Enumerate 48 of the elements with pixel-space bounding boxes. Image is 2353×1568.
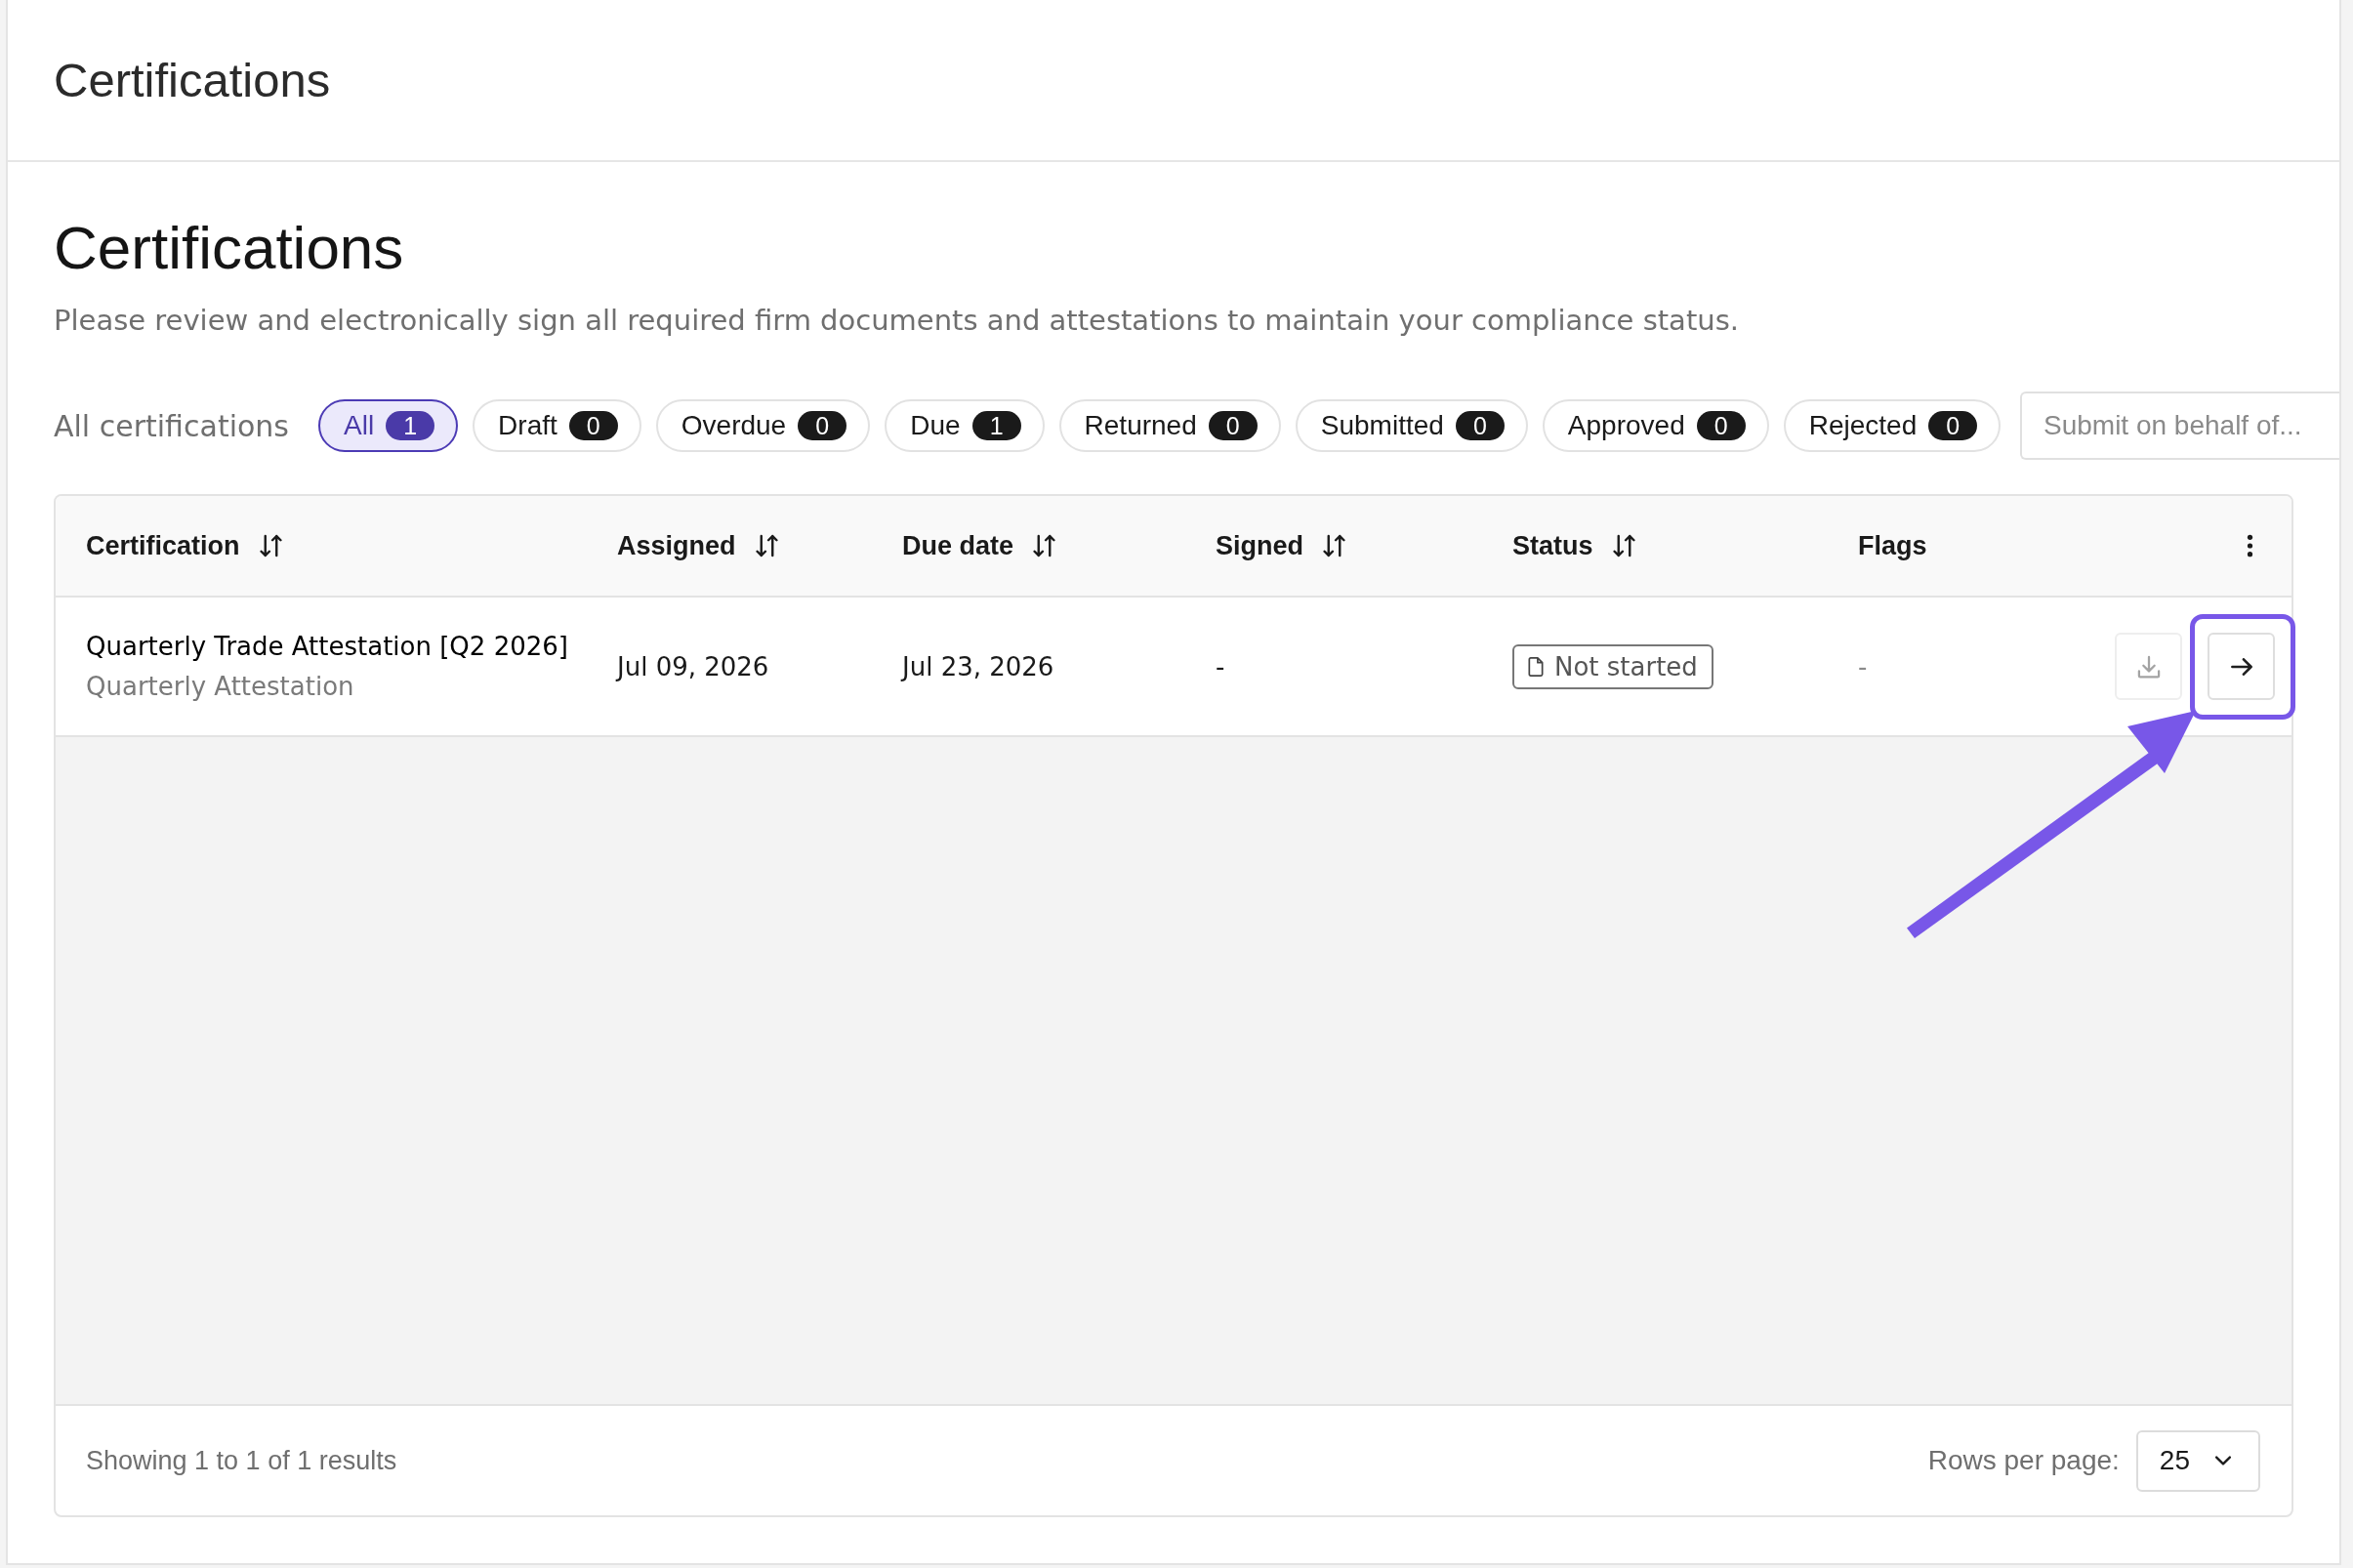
page-title: Certifications — [54, 213, 404, 283]
document-icon — [1528, 656, 1544, 677]
results-summary: Showing 1 to 1 of 1 results — [86, 1445, 397, 1476]
header-title: Certifications — [54, 52, 331, 108]
count-badge: 0 — [1928, 411, 1978, 441]
column-header: Flags — [1858, 530, 1927, 561]
due-date: Jul 23, 2026 — [902, 651, 1054, 681]
certification-type: Quarterly Attestation — [86, 670, 354, 703]
certification-name: Quarterly Trade Attestation [Q2 2026] — [86, 630, 568, 663]
column-header: Certification — [86, 530, 240, 561]
rows-per-page-select[interactable]: 25 — [2135, 1429, 2260, 1492]
filter-label: All certifications — [54, 408, 289, 443]
count-badge: 0 — [1696, 411, 1746, 441]
chevron-down-icon — [2215, 1456, 2231, 1466]
sort-icon[interactable] — [755, 533, 778, 559]
filter-chip[interactable]: Due 1 — [885, 399, 1045, 453]
column-header: Due date — [902, 530, 1014, 561]
count-badge: 1 — [386, 411, 435, 441]
signed-value: - — [1216, 651, 1225, 681]
sort-icon[interactable] — [1033, 533, 1056, 559]
count-badge: 0 — [798, 411, 847, 441]
arrow-right-icon — [2230, 657, 2252, 676]
download-icon — [2136, 654, 2161, 679]
more-options-icon[interactable] — [2247, 534, 2253, 558]
count-badge: 0 — [568, 411, 618, 441]
sort-icon[interactable] — [1323, 533, 1345, 559]
filter-chip[interactable]: Rejected 0 — [1783, 399, 2002, 453]
filter-chip[interactable]: Submitted 0 — [1295, 399, 1528, 453]
page-description: Please review and electronically sign all required firm documents and attestations to maintain your compliance status. — [54, 303, 1739, 340]
assigned-date: Jul 09, 2026 — [617, 651, 769, 681]
filter-chip[interactable]: Overdue 0 — [655, 399, 871, 453]
filter-chip[interactable]: Approved 0 — [1542, 399, 1769, 453]
column-header: Assigned — [617, 530, 736, 561]
arrow-button[interactable] — [2208, 633, 2275, 701]
filter-chip[interactable]: Draft 0 — [473, 399, 641, 453]
status-tag: Not started — [1512, 643, 1713, 689]
filter-chip[interactable]: All 1 — [318, 399, 459, 453]
rows-per-page-label: Rows per page: — [1927, 1445, 2120, 1477]
sort-icon[interactable] — [1612, 533, 1635, 559]
flags-value: - — [1858, 651, 1868, 681]
count-badge: 1 — [971, 411, 1021, 441]
column-header: Status — [1512, 530, 1593, 561]
column-header: Signed — [1216, 530, 1303, 561]
count-badge: 0 — [1208, 411, 1258, 441]
filter-chip[interactable]: Returned 0 — [1058, 399, 1281, 453]
sort-icon[interactable] — [259, 533, 282, 559]
submit-on-behalf-field[interactable]: Submit on behalf of... — [2020, 392, 2339, 461]
count-badge: 0 — [1455, 411, 1505, 441]
